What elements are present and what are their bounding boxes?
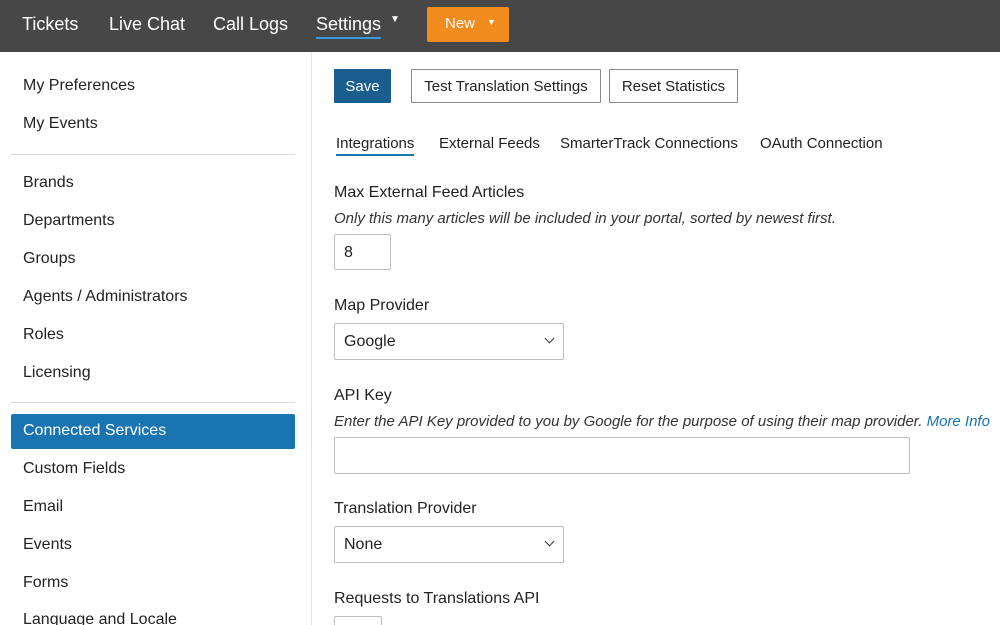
- sidebar-item-licensing[interactable]: Licensing: [23, 364, 91, 382]
- sidebar-item-language-locale[interactable]: Language and Locale: [23, 611, 177, 625]
- reset-statistics-button[interactable]: Reset Statistics: [609, 69, 738, 103]
- sidebar-item-email[interactable]: Email: [23, 498, 63, 516]
- max-feed-hint: Only this many articles will be included…: [334, 210, 836, 227]
- max-feed-label: Max External Feed Articles: [334, 184, 525, 201]
- sidebar-divider: [11, 154, 295, 155]
- map-provider-select[interactable]: Google: [334, 323, 564, 360]
- chevron-down-icon: [544, 333, 555, 344]
- nav-tickets[interactable]: Tickets: [22, 12, 78, 36]
- new-button[interactable]: New ▼: [427, 7, 509, 42]
- api-key-hint-text: Enter the API Key provided to you by Goo…: [334, 413, 923, 430]
- new-button-label: New: [445, 15, 476, 32]
- sidebar-item-brands[interactable]: Brands: [23, 174, 74, 192]
- translation-provider-label: Translation Provider: [334, 500, 477, 517]
- translation-provider-select[interactable]: None: [334, 526, 564, 563]
- sidebar-item-agents[interactable]: Agents / Administrators: [23, 288, 188, 306]
- sidebar-item-events[interactable]: Events: [23, 536, 72, 554]
- translation-provider-value: None: [344, 536, 383, 553]
- sidebar-item-groups[interactable]: Groups: [23, 250, 75, 268]
- max-feed-input[interactable]: 8: [334, 234, 391, 270]
- tab-smartertrack-connections[interactable]: SmarterTrack Connections: [560, 135, 738, 152]
- new-caret-icon: ▼: [487, 17, 496, 27]
- sidebar-item-connected-services[interactable]: Connected Services: [11, 414, 295, 449]
- settings-sidebar: My Preferences My Events Brands Departme…: [0, 52, 312, 625]
- settings-caret-icon[interactable]: ▼: [390, 14, 400, 25]
- map-provider-value: Google: [344, 333, 396, 350]
- sidebar-item-my-preferences[interactable]: My Preferences: [23, 77, 135, 95]
- max-feed-value: 8: [344, 244, 353, 261]
- nav-settings[interactable]: Settings: [316, 12, 382, 39]
- sidebar-divider: [11, 402, 295, 403]
- sidebar-item-my-events[interactable]: My Events: [23, 115, 98, 133]
- top-nav-bar: Tickets Live Chat Call Logs Settings ▼ N…: [0, 0, 1000, 52]
- sidebar-item-label: Connected Services: [23, 422, 167, 439]
- test-translation-button[interactable]: Test Translation Settings: [411, 69, 601, 103]
- nav-call-logs[interactable]: Call Logs: [213, 12, 288, 36]
- tab-external-feeds[interactable]: External Feeds: [439, 135, 540, 152]
- more-info-link[interactable]: More Info: [927, 413, 990, 430]
- map-provider-label: Map Provider: [334, 297, 430, 314]
- sidebar-item-roles[interactable]: Roles: [23, 326, 64, 344]
- chevron-down-icon: [544, 536, 555, 547]
- sidebar-item-forms[interactable]: Forms: [23, 574, 68, 592]
- save-button[interactable]: Save: [334, 69, 391, 103]
- api-key-input[interactable]: [334, 437, 910, 474]
- requests-input[interactable]: [334, 616, 382, 625]
- sidebar-item-custom-fields[interactable]: Custom Fields: [23, 460, 125, 478]
- api-key-hint: Enter the API Key provided to you by Goo…: [334, 413, 990, 430]
- api-key-label: API Key: [334, 387, 392, 404]
- nav-live-chat[interactable]: Live Chat: [109, 12, 185, 36]
- sidebar-item-departments[interactable]: Departments: [23, 212, 115, 230]
- tab-oauth-connection[interactable]: OAuth Connection: [760, 135, 883, 152]
- requests-label: Requests to Translations API: [334, 590, 540, 607]
- tab-integrations[interactable]: Integrations: [336, 135, 415, 156]
